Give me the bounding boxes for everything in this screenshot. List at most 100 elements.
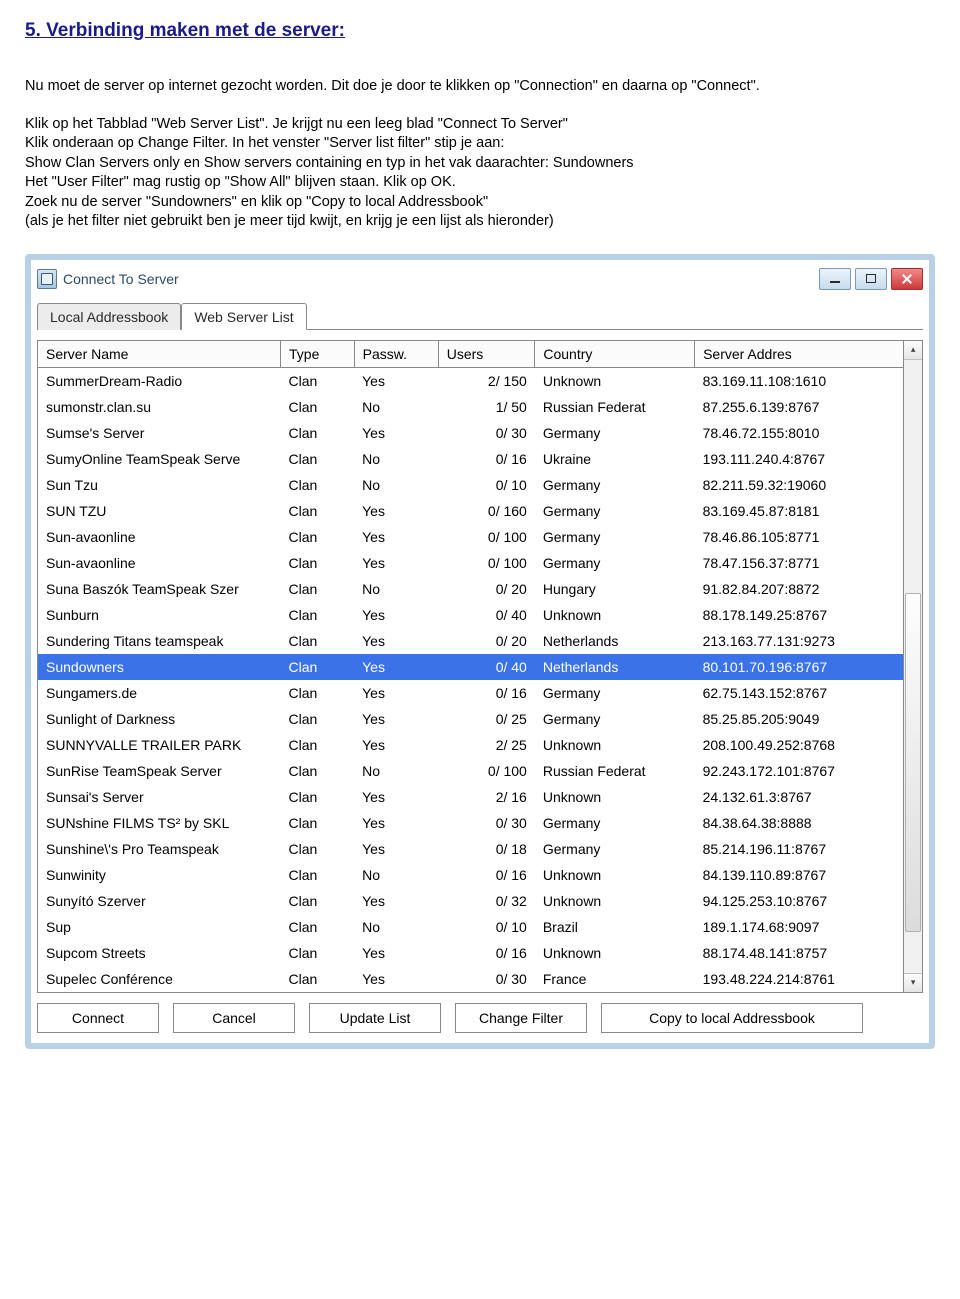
- cell-users: 0/ 10: [438, 914, 535, 940]
- table-row[interactable]: SummerDream-RadioClanYes2/ 150Unknown83.…: [38, 367, 904, 394]
- cell-type: Clan: [281, 914, 355, 940]
- cell-type: Clan: [281, 862, 355, 888]
- cell-server-name: Sun-avaonline: [38, 524, 281, 550]
- connect-button[interactable]: Connect: [37, 1003, 159, 1033]
- cell-users: 1/ 50: [438, 394, 535, 420]
- cell-address: 94.125.253.10:8767: [695, 888, 904, 914]
- table-row[interactable]: SUNNYVALLE TRAILER PARKClanYes2/ 25Unkno…: [38, 732, 904, 758]
- cell-server-name: Sunsai's Server: [38, 784, 281, 810]
- cell-server-name: Sunlight of Darkness: [38, 706, 281, 732]
- cell-type: Clan: [281, 966, 355, 993]
- table-row[interactable]: Suna Baszók TeamSpeak SzerClanNo0/ 20Hun…: [38, 576, 904, 602]
- scroll-up-icon[interactable]: ▴: [904, 341, 922, 360]
- cell-country: Brazil: [535, 914, 695, 940]
- cell-address: 208.100.49.252:8768: [695, 732, 904, 758]
- cell-server-name: Sungamers.de: [38, 680, 281, 706]
- table-row[interactable]: Sungamers.deClanYes0/ 16Germany62.75.143…: [38, 680, 904, 706]
- cell-passw: Yes: [354, 498, 438, 524]
- table-row[interactable]: sumonstr.clan.suClanNo1/ 50Russian Feder…: [38, 394, 904, 420]
- p7: (als je het filter niet gebruikt ben je …: [25, 212, 935, 232]
- cell-passw: Yes: [354, 524, 438, 550]
- table-row[interactable]: Supcom StreetsClanYes0/ 16Unknown88.174.…: [38, 940, 904, 966]
- cell-passw: No: [354, 472, 438, 498]
- cell-server-name: Sunyító Szerver: [38, 888, 281, 914]
- tab-local-addressbook[interactable]: Local Addressbook: [37, 303, 181, 330]
- table-row[interactable]: SumyOnline TeamSpeak ServeClanNo0/ 16Ukr…: [38, 446, 904, 472]
- cell-type: Clan: [281, 602, 355, 628]
- scrollbar[interactable]: ▴ ▾: [904, 340, 923, 993]
- col-passw[interactable]: Passw.: [354, 340, 438, 367]
- col-users[interactable]: Users: [438, 340, 535, 367]
- cell-country: Unknown: [535, 732, 695, 758]
- cell-server-name: Supelec Conférence: [38, 966, 281, 993]
- col-type[interactable]: Type: [281, 340, 355, 367]
- table-row[interactable]: Supelec ConférenceClanYes0/ 30France193.…: [38, 966, 904, 993]
- cell-country: Russian Federat: [535, 394, 695, 420]
- col-country[interactable]: Country: [535, 340, 695, 367]
- table-row[interactable]: Sun TzuClanNo0/ 10Germany82.211.59.32:19…: [38, 472, 904, 498]
- cell-server-name: Supcom Streets: [38, 940, 281, 966]
- app-icon: [37, 269, 57, 289]
- change-filter-button[interactable]: Change Filter: [455, 1003, 587, 1033]
- cell-users: 0/ 100: [438, 550, 535, 576]
- cell-users: 2/ 150: [438, 367, 535, 394]
- cell-users: 0/ 30: [438, 420, 535, 446]
- scroll-thumb[interactable]: [905, 593, 921, 932]
- cell-passw: Yes: [354, 420, 438, 446]
- cell-country: Unknown: [535, 940, 695, 966]
- minimize-button[interactable]: [819, 268, 851, 290]
- cell-users: 0/ 16: [438, 862, 535, 888]
- cell-server-name: SummerDream-Radio: [38, 367, 281, 394]
- tab-web-server-list[interactable]: Web Server List: [181, 303, 306, 330]
- section-heading: 5. Verbinding maken met de server:: [25, 20, 935, 42]
- table-row[interactable]: Sun-avaonlineClanYes0/ 100Germany78.46.8…: [38, 524, 904, 550]
- cell-address: 193.48.224.214:8761: [695, 966, 904, 993]
- table-row[interactable]: SunwinityClanNo0/ 16Unknown84.139.110.89…: [38, 862, 904, 888]
- cell-country: Germany: [535, 550, 695, 576]
- cell-address: 88.174.48.141:8757: [695, 940, 904, 966]
- table-row[interactable]: Sunshine\'s Pro TeamspeakClanYes0/ 18Ger…: [38, 836, 904, 862]
- cell-users: 0/ 16: [438, 940, 535, 966]
- cell-country: Unknown: [535, 367, 695, 394]
- table-row[interactable]: Sunsai's ServerClanYes2/ 16Unknown24.132…: [38, 784, 904, 810]
- table-row[interactable]: SundownersClanYes0/ 40Netherlands80.101.…: [38, 654, 904, 680]
- table-row[interactable]: Sun-avaonlineClanYes0/ 100Germany78.47.1…: [38, 550, 904, 576]
- cell-address: 189.1.174.68:9097: [695, 914, 904, 940]
- cell-passw: Yes: [354, 602, 438, 628]
- col-server-name[interactable]: Server Name: [38, 340, 281, 367]
- cell-type: Clan: [281, 472, 355, 498]
- table-row[interactable]: SunRise TeamSpeak ServerClanNo0/ 100Russ…: [38, 758, 904, 784]
- table-row[interactable]: SupClanNo0/ 10Brazil189.1.174.68:9097: [38, 914, 904, 940]
- close-button[interactable]: [891, 268, 923, 290]
- copy-to-local-addressbook-button[interactable]: Copy to local Addressbook: [601, 1003, 863, 1033]
- table-row[interactable]: SUNshine FILMS TS² by SKLClanYes0/ 30Ger…: [38, 810, 904, 836]
- table-row[interactable]: SunburnClanYes0/ 40Unknown88.178.149.25:…: [38, 602, 904, 628]
- cancel-button[interactable]: Cancel: [173, 1003, 295, 1033]
- cell-type: Clan: [281, 524, 355, 550]
- cell-type: Clan: [281, 550, 355, 576]
- update-list-button[interactable]: Update List: [309, 1003, 441, 1033]
- table-row[interactable]: Sunyító SzerverClanYes0/ 32Unknown94.125…: [38, 888, 904, 914]
- cell-server-name: Sundering Titans teamspeak: [38, 628, 281, 654]
- table-row[interactable]: SUN TZUClanYes0/ 160Germany83.169.45.87:…: [38, 498, 904, 524]
- cell-passw: Yes: [354, 888, 438, 914]
- tab-strip: Local Addressbook Web Server List: [37, 302, 923, 330]
- cell-users: 2/ 25: [438, 732, 535, 758]
- table-row[interactable]: Sumse's ServerClanYes0/ 30Germany78.46.7…: [38, 420, 904, 446]
- cell-server-name: Sunshine\'s Pro Teamspeak: [38, 836, 281, 862]
- cell-users: 0/ 18: [438, 836, 535, 862]
- cell-users: 0/ 160: [438, 498, 535, 524]
- table-row[interactable]: Sundering Titans teamspeakClanYes0/ 20Ne…: [38, 628, 904, 654]
- table-row[interactable]: Sunlight of DarknessClanYes0/ 25Germany8…: [38, 706, 904, 732]
- cell-server-name: Sumse's Server: [38, 420, 281, 446]
- server-table[interactable]: Server Name Type Passw. Users Country Se…: [37, 340, 904, 993]
- cell-address: 85.25.85.205:9049: [695, 706, 904, 732]
- cell-country: Germany: [535, 498, 695, 524]
- cell-type: Clan: [281, 628, 355, 654]
- cell-users: 0/ 16: [438, 680, 535, 706]
- col-server-address[interactable]: Server Addres: [695, 340, 904, 367]
- scroll-track[interactable]: [904, 360, 922, 973]
- scroll-down-icon[interactable]: ▾: [904, 973, 922, 992]
- cell-server-name: Sup: [38, 914, 281, 940]
- maximize-button[interactable]: [855, 268, 887, 290]
